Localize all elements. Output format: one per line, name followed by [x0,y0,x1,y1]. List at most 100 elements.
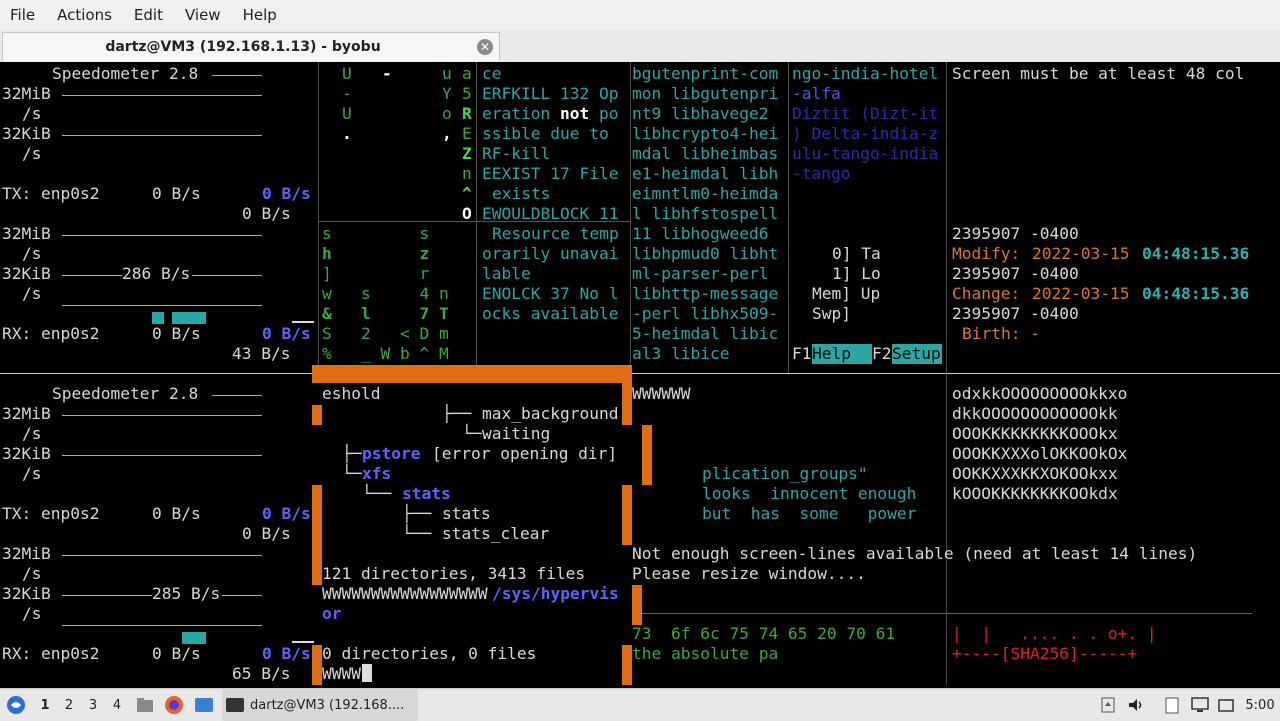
scale-label: 32MiB [2,404,51,423]
graph-line [212,395,262,396]
matrix-char: U [342,104,352,123]
menu-actions[interactable]: Actions [57,6,112,24]
errno-line: Resource temp [492,224,619,243]
errno-line: eration not po [482,104,619,123]
matrix-char: - [342,84,352,103]
graph-line [62,555,262,556]
start-menu-icon[interactable] [4,689,28,721]
screenshot-icon[interactable] [1216,689,1236,721]
terminal-tab[interactable]: dartz@VM3 (192.168.1.13) - byobu ✕ [2,32,500,61]
errno-line: ocks available [482,304,619,323]
rx-label: RX: enp0s2 [2,644,100,663]
scale-label: 32KiB [2,584,51,603]
ascii-art-line: OOOKKKKKKKKKOOOkx [952,424,1118,443]
tree-path: or [322,604,342,623]
htop-setup-button[interactable]: Setup [892,344,942,364]
matrix-row: h z [322,244,430,263]
menu-edit[interactable]: Edit [134,6,163,24]
tree-path: /sys/hypervis [492,584,619,603]
matrix-char: Z [462,144,472,163]
graph-line [62,455,262,456]
matrix-row: S 2 < D m [322,324,449,343]
scale-label: 32KiB [2,444,51,463]
clock[interactable]: 5:00 [1242,689,1278,721]
clipboard-icon[interactable] [1162,689,1182,721]
menu-view[interactable]: View [185,6,221,24]
tab-title: dartz@VM3 (192.168.1.13) - byobu [105,39,381,55]
package-line: libhttp-message [632,284,779,303]
scale-label: 32MiB [2,84,51,103]
rx-now: 43 B/s [232,344,291,363]
ascii-art-line: OOOKKXXXolOKKOOkOx [952,444,1128,463]
graph-line [62,625,262,626]
tx-rate: 0 B/s [152,184,201,203]
command-input[interactable]: WWWW [322,664,361,684]
tree-prompt-prefix: WWWWWWWWWWWWWWWWW [322,584,488,603]
package-line: mon libgutenpri [632,84,779,103]
htop-help-button[interactable]: Help [812,344,872,364]
graph-line [62,135,262,136]
scale-label: 32KiB [2,124,51,143]
menu-file[interactable]: File [10,6,35,24]
package-line: e1-heimdal libh [632,164,779,183]
graph-line [222,595,262,596]
tray-eject-icon[interactable] [1098,689,1118,721]
menu-help[interactable]: Help [243,6,277,24]
display-icon[interactable] [1190,689,1210,721]
taskbar: 1 2 3 4 dartz@VM3 (192.168.... 5:00 [0,688,1280,721]
workspace-3[interactable]: 3 [82,689,104,721]
ascii-art-line: OOKKXXXKKXOKOOkxx [952,464,1118,483]
package-line: -perl libhx509- [632,304,779,323]
errno-line: ssible due to [482,124,609,143]
package-line: 11 libhogweed6 [632,224,769,243]
package-line: mdal libheimbas [632,144,779,163]
firefox-icon[interactable] [162,689,186,721]
phonetic-line: ) Delta-india-z [792,124,939,143]
stat-line: 2395907 -0400 [952,304,1079,323]
matrix-char: Y [442,84,452,103]
htop-cpu-row: 0] Ta [832,244,881,263]
tree-branch: ├─ [342,444,362,463]
traffic-bar [172,312,206,324]
close-icon[interactable]: ✕ [477,39,493,55]
ascii-art-line: dkkOOOOOOOOOOOOkk [952,404,1118,423]
matrix-char: a [462,64,472,83]
rate-mid: 285 B/s [152,584,221,603]
unit-label: /s [22,244,42,263]
rx-peak: 0 B/s [262,644,311,663]
stat-modify-date: 2022-03-15 [1032,244,1130,263]
hex-line: 73 6f 6c 75 74 65 20 70 61 [632,624,896,643]
matrix-char: - [382,64,392,83]
tree-branch: └── [362,484,392,503]
unit-label: /s [22,284,42,303]
workspace-2[interactable]: 2 [58,689,80,721]
stat-change-date: 2022-03-15 [1032,284,1130,303]
rx-rate: 0 B/s [152,644,201,663]
cowsay-line: WWWWWW [632,384,691,403]
tree-dir: stats [402,484,451,503]
menu-bar: File Actions Edit View Help [0,0,1280,30]
terminal-area[interactable]: Speedometer 2.8 32MiB /s 32KiB /s TX: en… [0,62,1280,685]
workspace-1[interactable]: 1 [34,689,56,721]
graph-line [192,275,262,276]
tree-line: eshold [322,384,381,403]
htop-f2-key: F2 [872,344,892,363]
errno-line: orarily unavai [482,244,619,263]
stat-change-time: 04:48:15.36 [1142,284,1250,303]
window-icon[interactable] [192,689,216,721]
scale-label: 32KiB [2,264,51,283]
package-line: nt9 libhavege2 [632,104,769,123]
pane-divider [318,62,319,373]
workspace-4[interactable]: 4 [106,689,128,721]
taskbar-terminal-task[interactable]: dartz@VM3 (192.168.... [222,689,418,721]
volume-icon[interactable] [1126,689,1146,721]
package-line: ml-parser-perl [632,264,769,283]
graph-line [62,415,262,416]
file-manager-icon[interactable] [134,689,156,721]
traffic-bar [152,312,164,324]
stat-birth: Birth: - [962,324,1040,343]
tx-peak: 0 B/s [262,184,311,203]
graph-line [62,95,262,96]
unit-label: /s [22,464,42,483]
rx-label: RX: enp0s2 [2,324,100,343]
